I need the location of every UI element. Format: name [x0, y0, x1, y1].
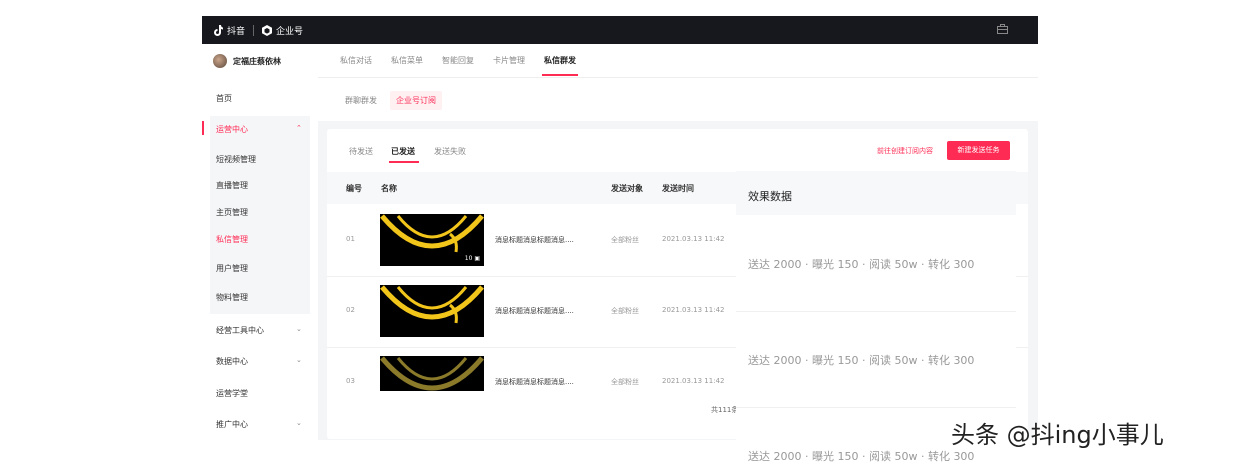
- chevron-up-icon[interactable]: ⌃: [296, 124, 302, 132]
- sidebar-item-messages[interactable]: 私信管理: [216, 234, 248, 245]
- col-time: 发送时间: [662, 184, 694, 193]
- row-time: 2021.03.13 11:42: [662, 377, 725, 385]
- message-thumbnail[interactable]: [380, 356, 484, 391]
- sidebar-item-tools[interactable]: 经营工具中心: [216, 325, 264, 336]
- pagination-total: 共111条: [711, 406, 739, 414]
- sidebar-item-home[interactable]: 首页: [216, 93, 232, 104]
- sidebar-item-academy[interactable]: 运营学堂: [216, 388, 248, 399]
- briefcase-icon[interactable]: [997, 24, 1008, 34]
- brand-divider: [253, 24, 255, 36]
- row-time: 2021.03.13 11:42: [662, 235, 725, 243]
- sidebar-item-data[interactable]: 数据中心: [216, 356, 248, 367]
- sidebar: 定福庄蔡依林 首页 运营中心 ⌃ 短视频管理 直播管理 主页管理 私信管理 用户…: [202, 44, 318, 440]
- top-bar: 抖音 企业号: [202, 16, 1038, 44]
- tab-broadcast[interactable]: 私信群发: [544, 55, 576, 66]
- chevron-down-icon[interactable]: ⌄: [296, 325, 302, 333]
- row-title[interactable]: 消息标题消息标题消息....: [495, 306, 574, 316]
- row-title[interactable]: 消息标题消息标题消息....: [495, 377, 574, 387]
- tab-pending[interactable]: 待发送: [349, 146, 373, 157]
- user-name: 定福庄蔡依林: [233, 56, 281, 66]
- row-id: 01: [346, 235, 355, 243]
- effect-stats: 送达 2000 · 曝光 150 · 阅读 50w · 转化 300: [748, 450, 975, 463]
- avatar: [213, 54, 227, 68]
- effect-stats: 送达 2000 · 曝光 150 · 阅读 50w · 转化 300: [748, 258, 975, 271]
- primary-tabs: 私信对话 私信菜单 智能回复 卡片管理 私信群发: [318, 44, 1038, 78]
- watermark: 头条 @抖ing小事儿: [951, 421, 1164, 449]
- col-name: 名称: [381, 184, 397, 193]
- tab-underline: [542, 74, 578, 76]
- sidebar-item-users[interactable]: 用户管理: [216, 263, 248, 274]
- col-target: 发送对象: [611, 184, 643, 193]
- divider: [736, 311, 1016, 312]
- tab-failed[interactable]: 发送失败: [434, 146, 466, 157]
- divider: [736, 407, 1016, 408]
- chevron-down-icon[interactable]: ⌄: [296, 419, 302, 427]
- create-subscription-link[interactable]: 前往创建订阅内容: [877, 146, 933, 156]
- enterprise-icon: [262, 24, 273, 36]
- tab-sent[interactable]: 已发送: [391, 146, 415, 157]
- row-title[interactable]: 消息标题消息标题消息....: [495, 235, 574, 245]
- brand-primary: 抖音: [227, 26, 246, 37]
- sidebar-item-materials[interactable]: 物料管理: [216, 292, 248, 303]
- sidebar-item-promotion[interactable]: 推广中心: [216, 419, 248, 430]
- message-thumbnail[interactable]: 10 ▣: [380, 214, 484, 266]
- brand-secondary: 企业号: [276, 26, 304, 37]
- effect-stats: 送达 2000 · 曝光 150 · 阅读 50w · 转化 300: [748, 354, 975, 367]
- tab-underline: [389, 161, 419, 163]
- tab-auto-reply[interactable]: 智能回复: [442, 55, 474, 66]
- smiley-image: [380, 285, 484, 324]
- active-indicator: [202, 121, 204, 135]
- sidebar-item-operations[interactable]: 运营中心: [216, 124, 248, 135]
- row-target: 全部粉丝: [611, 307, 639, 315]
- overlay-title: 效果数据: [748, 190, 792, 203]
- row-target: 全部粉丝: [611, 236, 639, 244]
- smiley-image: [380, 356, 484, 391]
- tab-conversations[interactable]: 私信对话: [340, 55, 372, 66]
- secondary-tabs: 群聊群发 企业号订阅: [318, 78, 1038, 121]
- tab-group-broadcast[interactable]: 群聊群发: [345, 95, 377, 106]
- douyin-logo[interactable]: 抖音 企业号: [213, 24, 303, 37]
- message-thumbnail[interactable]: [380, 285, 484, 337]
- tab-cards[interactable]: 卡片管理: [493, 55, 525, 66]
- sidebar-item-short-video[interactable]: 短视频管理: [216, 154, 256, 165]
- user-profile[interactable]: 定福庄蔡依林: [213, 54, 281, 68]
- sidebar-item-homepage[interactable]: 主页管理: [216, 207, 248, 218]
- tab-subscription[interactable]: 企业号订阅: [390, 91, 442, 110]
- tab-menu[interactable]: 私信菜单: [391, 55, 423, 66]
- douyin-icon: [214, 24, 223, 36]
- sidebar-item-live[interactable]: 直播管理: [216, 180, 248, 191]
- row-target: 全部粉丝: [611, 378, 639, 386]
- new-send-task-button[interactable]: 新建发送任务: [947, 141, 1010, 160]
- row-time: 2021.03.13 11:42: [662, 306, 725, 314]
- col-id: 编号: [346, 184, 362, 193]
- row-id: 02: [346, 306, 355, 314]
- overlay-header: 效果数据: [736, 171, 1016, 215]
- image-count-badge: 10 ▣: [464, 255, 480, 262]
- chevron-down-icon[interactable]: ⌄: [296, 356, 302, 364]
- row-id: 03: [346, 377, 355, 385]
